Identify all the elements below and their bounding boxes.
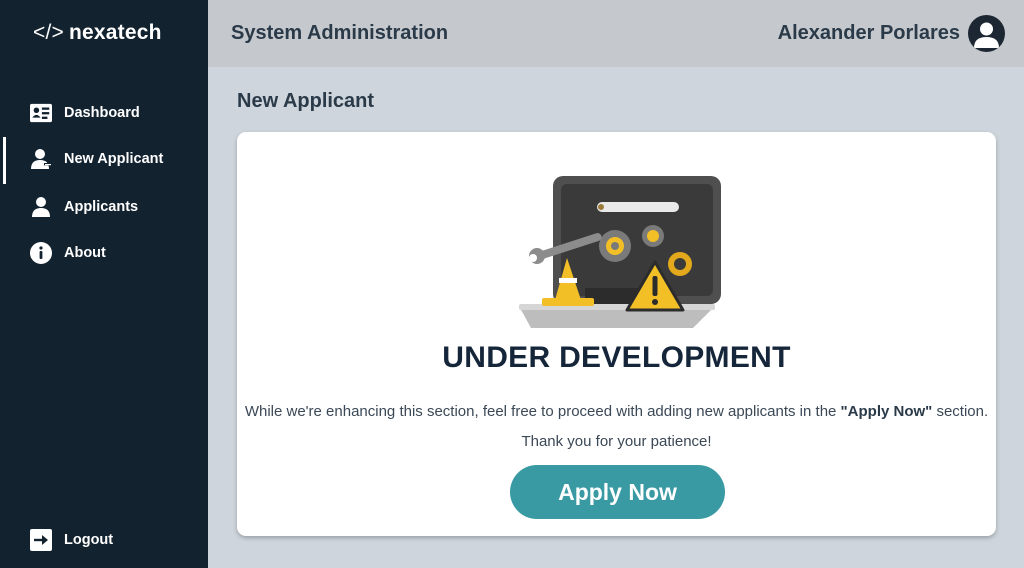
sidebar-item-about[interactable]: About xyxy=(0,231,208,275)
app-title: System Administration xyxy=(231,22,449,44)
logout-icon xyxy=(30,529,52,551)
sidebar-item-label: Dashboard xyxy=(64,105,140,121)
brand-code: </> xyxy=(33,21,64,44)
sidebar-item-label: About xyxy=(64,245,106,261)
add-user-icon xyxy=(30,148,52,170)
top-bar: System Administration Alexander Porlares xyxy=(208,0,1024,67)
sidebar-item-label: Applicants xyxy=(64,199,139,215)
user-icon xyxy=(30,196,52,218)
logout-label: Logout xyxy=(64,532,114,548)
sidebar-item-new-applicant[interactable]: New Applicant xyxy=(0,137,208,184)
info-icon xyxy=(30,242,52,264)
card-message: While we're enhancing this section, feel… xyxy=(237,397,996,457)
sidebar-item-label: New Applicant xyxy=(64,151,164,167)
user-name[interactable]: Alexander Porlares xyxy=(778,22,960,45)
sidebar: </> nexatech Dashboard New Applicant Appl… xyxy=(0,0,208,568)
message-highlight: "Apply Now" xyxy=(840,403,933,420)
page-title: New Applicant xyxy=(237,90,375,112)
brand-name: nexatech xyxy=(68,21,162,44)
card-title: UNDER DEVELOPMENT xyxy=(442,341,791,374)
avatar[interactable] xyxy=(968,15,1005,52)
sidebar-item-dashboard[interactable]: Dashboard xyxy=(0,91,208,135)
message-text: While we're enhancing this section, feel… xyxy=(244,403,841,420)
apply-now-button[interactable]: Apply Now xyxy=(510,465,725,519)
under-construction-illustration xyxy=(515,172,725,332)
sidebar-item-applicants[interactable]: Applicants xyxy=(0,185,208,229)
under-development-card: UNDER DEVELOPMENT While we're enhancing … xyxy=(237,132,996,536)
logout-button[interactable]: Logout xyxy=(0,518,208,562)
brand-logo[interactable]: </> nexatech xyxy=(33,21,162,45)
dashboard-icon xyxy=(30,102,52,124)
